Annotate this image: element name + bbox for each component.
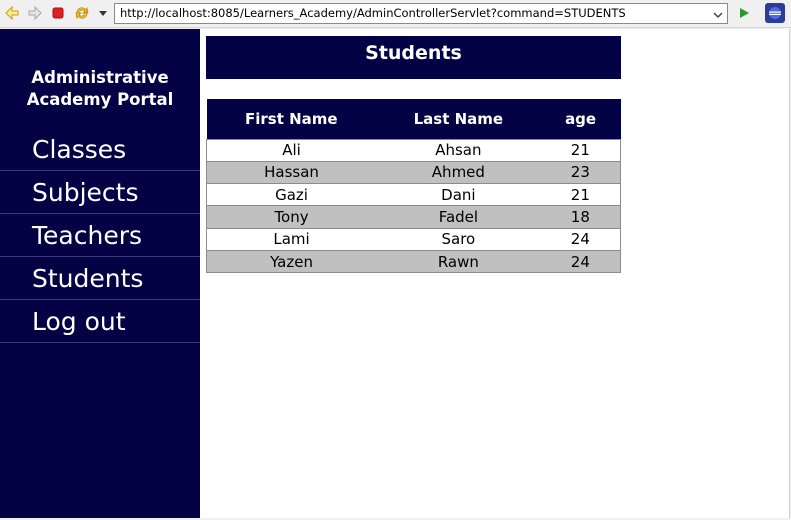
cell-age: 18 [540, 205, 621, 229]
cell-age: 21 [540, 183, 621, 206]
brand-title: Administrative Academy Portal [0, 67, 200, 111]
back-icon[interactable] [3, 4, 21, 22]
column-header-last-name: Last Name [376, 99, 541, 139]
cell-first-name: Yazen [206, 249, 377, 273]
stop-icon[interactable] [49, 4, 67, 22]
cell-last-name: Fadel [376, 205, 541, 229]
table-row: Ali Ahsan 21 [206, 138, 621, 162]
browser-toolbar: http://localhost:8085/Learners_Academy/A… [0, 0, 791, 28]
brand-line-2: Academy Portal [26, 90, 174, 109]
eclipse-icon[interactable] [765, 3, 785, 23]
cell-age: 23 [540, 160, 621, 184]
sidebar-item-teachers[interactable]: Teachers [0, 214, 200, 257]
menu-dropdown-icon[interactable] [94, 4, 112, 22]
web-page: Administrative Academy Portal Classes Su… [0, 29, 790, 518]
cell-last-name: Saro [376, 227, 541, 251]
page-title: Students [206, 36, 621, 79]
table-row: Gazi Dani 21 [206, 183, 621, 206]
sidebar: Administrative Academy Portal Classes Su… [0, 29, 200, 518]
url-text[interactable]: http://localhost:8085/Learners_Academy/A… [120, 6, 626, 20]
sidebar-item-classes[interactable]: Classes [0, 128, 200, 171]
table-row: Tony Fadel 18 [206, 205, 621, 229]
table-header-row: First Name Last Name age [206, 99, 621, 139]
main-content: Students First Name Last Name age Ali Ah… [206, 36, 621, 273]
refresh-icon[interactable] [73, 4, 91, 22]
students-table: First Name Last Name age Ali Ahsan 21 Ha… [206, 99, 621, 273]
table-row: Lami Saro 24 [206, 227, 621, 251]
cell-first-name: Hassan [206, 160, 377, 184]
table-row: Hassan Ahmed 23 [206, 160, 621, 184]
column-header-first-name: First Name [206, 99, 377, 139]
cell-age: 21 [540, 138, 621, 162]
cell-first-name: Tony [206, 205, 377, 229]
sidebar-nav: Classes Subjects Teachers Students Log o… [0, 128, 200, 343]
cell-last-name: Ahsan [376, 138, 541, 162]
cell-first-name: Lami [206, 227, 377, 251]
cell-last-name: Rawn [376, 249, 541, 273]
sidebar-item-logout[interactable]: Log out [0, 300, 200, 343]
cell-age: 24 [540, 227, 621, 251]
brand-line-1: Administrative [31, 68, 169, 87]
sidebar-item-students[interactable]: Students [0, 257, 200, 300]
cell-first-name: Ali [206, 138, 377, 162]
go-icon[interactable] [735, 4, 753, 22]
cell-last-name: Dani [376, 183, 541, 206]
url-input[interactable]: http://localhost:8085/Learners_Academy/A… [114, 3, 728, 24]
cell-last-name: Ahmed [376, 160, 541, 184]
sidebar-item-subjects[interactable]: Subjects [0, 171, 200, 214]
url-dropdown-icon[interactable] [711, 7, 725, 21]
cell-first-name: Gazi [206, 183, 377, 206]
table-row: Yazen Rawn 24 [206, 249, 621, 273]
column-header-age: age [540, 99, 621, 139]
forward-icon[interactable] [26, 4, 44, 22]
cell-age: 24 [540, 249, 621, 273]
